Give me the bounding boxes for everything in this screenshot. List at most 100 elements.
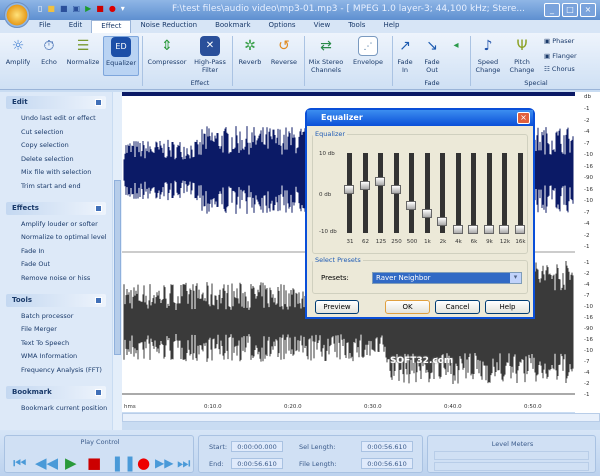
fade-out-button[interactable]: ↘ Fade Out (420, 36, 444, 74)
sidebar-item[interactable]: Fade Out (21, 258, 112, 272)
phaser-button[interactable]: ▣ Phaser (544, 37, 574, 45)
sidebar-item[interactable]: Frequency Analysis (FFT) (21, 364, 112, 378)
amplify-button[interactable]: ☼ Amplify (4, 36, 32, 66)
slider-handle[interactable] (390, 185, 401, 194)
slider-handle[interactable] (468, 225, 478, 234)
sidebar-item[interactable]: Text To Speech (21, 337, 112, 351)
menu-help[interactable]: Help (374, 20, 408, 33)
play-button[interactable]: ▶ (65, 455, 77, 471)
menu-view[interactable]: View (305, 20, 340, 33)
menu-tools[interactable]: Tools (339, 20, 374, 33)
slider-handle[interactable] (514, 225, 525, 234)
collapse-icon[interactable] (95, 296, 102, 304)
sidebar-scroll-thumb[interactable] (114, 180, 121, 355)
new-icon[interactable]: ▯ (38, 4, 42, 13)
sidebar-item[interactable]: File Merger (21, 323, 112, 337)
sidebar-item[interactable]: Normalize to optimal level (21, 231, 112, 245)
record-icon[interactable]: ● (109, 4, 116, 13)
minimize-button[interactable]: _ (544, 3, 560, 17)
sidebar-section-effects[interactable]: Effects (6, 201, 106, 215)
eq-slider-16k[interactable] (514, 153, 525, 234)
dialog-close-button[interactable]: × (517, 112, 530, 124)
eq-slider-9k[interactable] (483, 153, 494, 234)
slider-handle[interactable] (421, 209, 432, 218)
eq-slider-250[interactable] (390, 153, 401, 233)
eq-slider-1k[interactable] (421, 153, 432, 233)
mix-stereo-channels-button[interactable]: ⇄ Mix Stereo Channels (306, 36, 346, 74)
stop-button[interactable]: ■ (87, 455, 101, 471)
eq-slider-31[interactable] (344, 153, 354, 233)
cancel-button[interactable]: Cancel (435, 300, 480, 314)
sidebar-item[interactable]: Amplify louder or softer (21, 218, 112, 232)
slider-handle[interactable] (483, 225, 494, 234)
app-menu-button[interactable] (4, 2, 30, 28)
eq-slider-125[interactable] (375, 153, 385, 233)
collapse-icon[interactable] (95, 388, 102, 396)
maximize-button[interactable]: □ (562, 3, 578, 17)
slider-handle[interactable] (375, 177, 385, 186)
slider-handle[interactable] (406, 201, 416, 210)
menu-noise-reduction[interactable]: Noise Reduction (131, 20, 206, 33)
slider-handle[interactable] (359, 181, 370, 190)
sidebar-item[interactable]: Copy selection (21, 139, 112, 153)
sidebar-item[interactable]: Cut selection (21, 126, 112, 140)
envelope-button[interactable]: ⋰ Envelope (350, 36, 386, 66)
chevron-down-icon[interactable]: ▾ (510, 273, 521, 283)
high-pass-filter-button[interactable]: ✕ High-Pass Filter (192, 36, 228, 74)
reverb-button[interactable]: ✲ Reverb (234, 36, 266, 66)
pause-button[interactable]: ❚❚ (111, 455, 136, 471)
skip-start-button[interactable]: ⏮ (13, 455, 27, 471)
menu-file[interactable]: File (30, 20, 60, 33)
presets-select[interactable]: Raver Neighbor ▾ (372, 272, 522, 284)
eq-slider-500[interactable] (406, 153, 416, 233)
sidebar-section-edit[interactable]: Edit (6, 96, 106, 109)
chorus-button[interactable]: ☷ Chorus (544, 65, 575, 73)
menu-edit[interactable]: Edit (60, 20, 92, 33)
sidebar-item[interactable]: Fade In (21, 245, 112, 259)
sidebar-item[interactable]: Batch processor (21, 310, 112, 324)
rewind-button[interactable]: ◀◀ (35, 455, 58, 471)
sidebar-section-tools[interactable]: Tools (6, 293, 106, 307)
slider-handle[interactable] (437, 217, 447, 226)
sidebar-item[interactable]: Delete selection (21, 153, 112, 167)
fade-in-button[interactable]: ↗ Fade In (394, 36, 416, 74)
menu-bookmark[interactable]: Bookmark (206, 20, 259, 33)
menu-options[interactable]: Options (260, 20, 305, 33)
eq-slider-12k[interactable] (499, 153, 509, 234)
equalizer-button[interactable]: ED Equalizer (103, 36, 139, 76)
sidebar-item[interactable]: Remove noise or hiss (21, 272, 112, 286)
eq-slider-4k[interactable] (452, 153, 463, 234)
sidebar-item[interactable]: Bookmark current position (21, 402, 112, 416)
eq-slider-62[interactable] (359, 153, 370, 233)
slider-handle[interactable] (499, 225, 509, 234)
record-button[interactable]: ● (137, 455, 150, 471)
eq-slider-2k[interactable] (437, 153, 447, 233)
horizontal-scrollbar[interactable] (122, 413, 600, 422)
preview-button[interactable]: Preview (315, 300, 359, 314)
sidebar-item[interactable]: WMA Information (21, 350, 112, 364)
echo-button[interactable]: ⏱ Echo (36, 36, 62, 66)
play-icon[interactable]: ▶ (85, 4, 91, 13)
sidebar-item[interactable]: Trim start and end (21, 180, 112, 194)
save-as-icon[interactable]: ▣ (73, 4, 81, 13)
customize-icon[interactable]: ▾ (121, 4, 125, 13)
eq-slider-6k[interactable] (468, 153, 478, 234)
open-icon[interactable]: ■ (47, 4, 55, 13)
sidebar-item[interactable]: Mix file with selection (21, 166, 112, 180)
help-button[interactable]: Help (485, 300, 530, 314)
speed-change-button[interactable]: ♪ Speed Change (472, 36, 504, 74)
ok-button[interactable]: OK (385, 300, 430, 314)
sidebar-section-bookmark[interactable]: Bookmark (6, 385, 106, 399)
save-icon[interactable]: ■ (60, 4, 68, 13)
collapse-icon[interactable] (95, 99, 102, 106)
reverse-button[interactable]: ↺ Reverse (268, 36, 300, 66)
slider-handle[interactable] (344, 185, 354, 194)
sidebar-item[interactable]: Undo last edit or effect (21, 112, 112, 126)
skip-end-button[interactable]: ⏭ (177, 455, 191, 471)
menu-effect[interactable]: Effect (91, 20, 132, 33)
fast-forward-button[interactable]: ▶▶ (155, 455, 173, 471)
flanger-button[interactable]: ▣ Flanger (544, 52, 577, 60)
fade-extra-button[interactable]: ◂ (448, 36, 464, 58)
stop-icon[interactable]: ■ (96, 4, 104, 13)
pitch-change-button[interactable]: Ψ Pitch Change (506, 36, 538, 74)
